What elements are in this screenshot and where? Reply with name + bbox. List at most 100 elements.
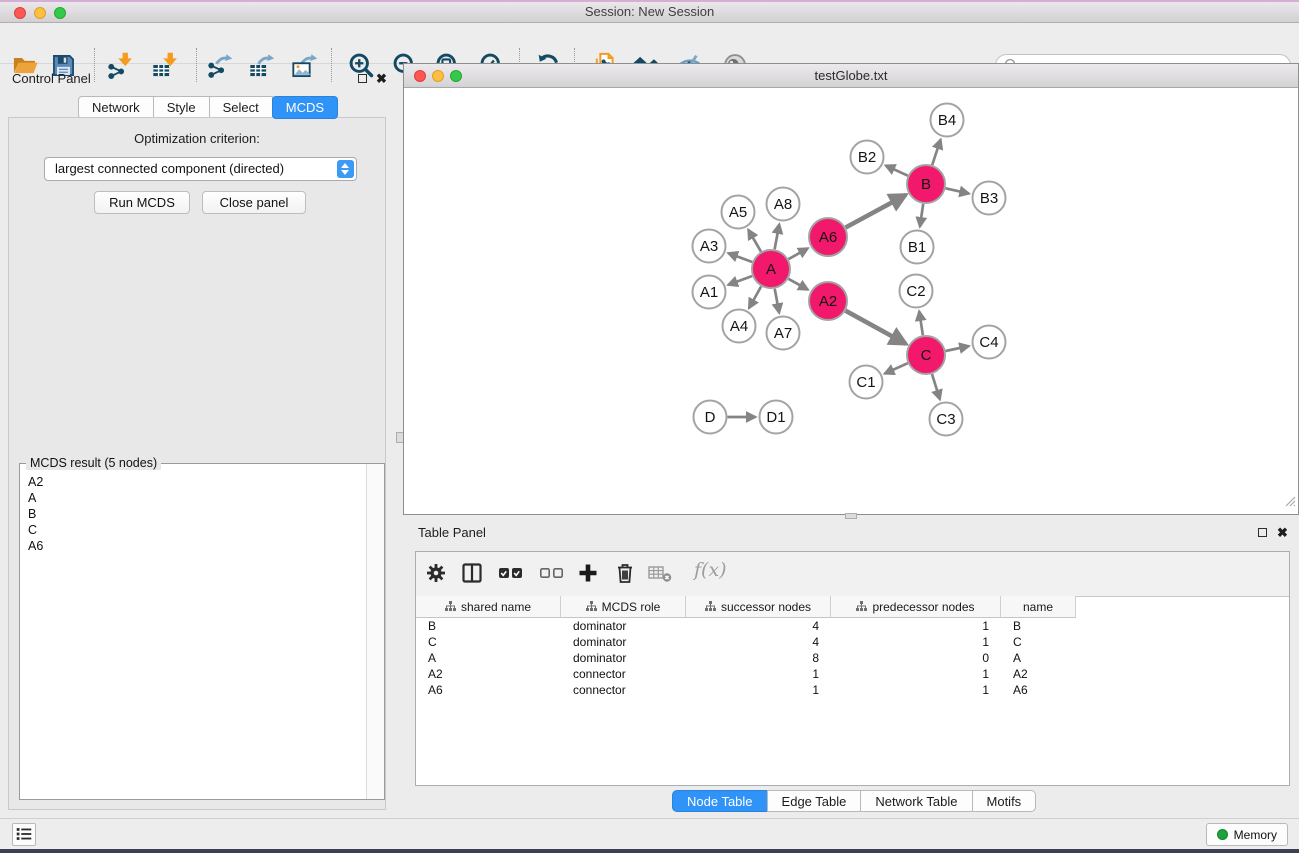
add-column-button[interactable] — [574, 560, 602, 588]
graph-node-A2[interactable]: A2 — [809, 282, 847, 320]
graph-node-B3[interactable]: B3 — [973, 182, 1006, 215]
select-all-button[interactable] — [497, 560, 525, 588]
table-cell[interactable]: 8 — [686, 650, 831, 666]
table-cell[interactable]: A2 — [1001, 666, 1076, 682]
graph-edge-A-A7[interactable] — [775, 289, 780, 313]
tab-select[interactable]: Select — [209, 96, 273, 119]
table-row[interactable]: Bdominator41B — [416, 618, 1289, 634]
export-image-button[interactable] — [290, 50, 320, 80]
table-row[interactable]: Cdominator41C — [416, 634, 1289, 650]
graph-node-B2[interactable]: B2 — [851, 141, 884, 174]
show-columns-button[interactable] — [458, 560, 486, 588]
table-cell[interactable]: 1 — [686, 666, 831, 682]
graph-node-C1[interactable]: C1 — [850, 366, 883, 399]
mcds-result-item[interactable]: A6 — [28, 538, 366, 554]
table-cell[interactable]: 4 — [686, 618, 831, 634]
graph-node-A6[interactable]: A6 — [809, 218, 847, 256]
table-cell[interactable]: connector — [561, 682, 686, 698]
import-table-button[interactable] — [150, 50, 180, 80]
column-header-mcds-role[interactable]: MCDS role — [561, 596, 686, 618]
table-cell[interactable]: 1 — [831, 682, 1001, 698]
control-panel-close-button[interactable]: ✖ — [376, 72, 387, 85]
window-resize-grip[interactable] — [1283, 494, 1296, 512]
graph-edge-A-A8[interactable] — [775, 224, 780, 249]
table-panel-close-button[interactable]: ✖ — [1277, 526, 1288, 539]
table-cell[interactable]: 1 — [686, 682, 831, 698]
run-mcds-button[interactable]: Run MCDS — [94, 191, 190, 214]
horizontal-splitter-handle[interactable] — [845, 513, 857, 519]
graph-edge-A-A6[interactable] — [788, 248, 808, 259]
tab-edge-table[interactable]: Edge Table — [767, 790, 862, 812]
graph-node-A[interactable]: A — [752, 250, 790, 288]
table-cell[interactable]: B — [416, 618, 561, 634]
mcds-result-item[interactable]: A — [28, 490, 366, 506]
table-cell[interactable]: A — [1001, 650, 1076, 666]
table-cell[interactable]: B — [1001, 618, 1076, 634]
table-cell[interactable]: 1 — [831, 666, 1001, 682]
graph-node-A8[interactable]: A8 — [767, 188, 800, 221]
graph-edge-B-B3[interactable] — [946, 188, 970, 193]
table-row[interactable]: A6connector11A6 — [416, 682, 1289, 698]
table-cell[interactable]: 1 — [831, 618, 1001, 634]
table-cell[interactable]: A6 — [416, 682, 561, 698]
delete-table-button[interactable] — [646, 560, 674, 588]
table-cell[interactable]: 0 — [831, 650, 1001, 666]
graph-edge-B-B2[interactable] — [886, 166, 908, 176]
graph-edge-A2-C[interactable] — [846, 311, 906, 344]
tab-node-table[interactable]: Node Table — [672, 790, 768, 812]
mcds-result-item[interactable]: B — [28, 506, 366, 522]
tab-style[interactable]: Style — [153, 96, 210, 119]
graph-node-A3[interactable]: A3 — [693, 230, 726, 263]
graph-edge-A-A3[interactable] — [728, 253, 752, 262]
table-cell[interactable]: A6 — [1001, 682, 1076, 698]
graph-edge-A-A4[interactable] — [749, 286, 761, 308]
graph-node-B[interactable]: B — [907, 165, 945, 203]
column-header-successor-nodes[interactable]: successor nodes — [686, 596, 831, 618]
graph-node-B1[interactable]: B1 — [901, 231, 934, 264]
tab-motifs[interactable]: Motifs — [972, 790, 1037, 812]
criterion-select[interactable]: largest connected component (directed) — [44, 157, 357, 181]
table-cell[interactable]: A2 — [416, 666, 561, 682]
table-cell[interactable]: dominator — [561, 634, 686, 650]
mcds-result-item[interactable]: A2 — [28, 474, 366, 490]
graph-edge-A-A1[interactable] — [728, 276, 752, 285]
graph-edge-B-B4[interactable] — [932, 140, 940, 166]
mcds-result-item[interactable]: C — [28, 522, 366, 538]
table-cell[interactable]: connector — [561, 666, 686, 682]
graph-node-A7[interactable]: A7 — [767, 317, 800, 350]
column-header-name[interactable]: name — [1001, 596, 1076, 618]
graph-node-C2[interactable]: C2 — [900, 275, 933, 308]
table-cell[interactable]: 1 — [831, 634, 1001, 650]
table-cell[interactable]: C — [1001, 634, 1076, 650]
memory-button[interactable]: Memory — [1206, 823, 1288, 846]
equation-builder-button[interactable]: f(x) — [694, 559, 727, 581]
graph-edge-C-C3[interactable] — [932, 374, 940, 399]
graph-node-D1[interactable]: D1 — [760, 401, 793, 434]
graph-node-A4[interactable]: A4 — [723, 310, 756, 343]
table-options-button[interactable] — [422, 560, 450, 588]
table-cell[interactable]: dominator — [561, 650, 686, 666]
graph-edge-C-C2[interactable] — [919, 311, 923, 335]
deselect-all-button[interactable] — [538, 560, 566, 588]
graph-node-A1[interactable]: A1 — [693, 276, 726, 309]
table-row[interactable]: Adominator80A — [416, 650, 1289, 666]
close-panel-button[interactable]: Close panel — [202, 191, 306, 214]
graph-node-A5[interactable]: A5 — [722, 196, 755, 229]
table-cell[interactable]: A — [416, 650, 561, 666]
graph-node-B4[interactable]: B4 — [931, 104, 964, 137]
graph-node-C3[interactable]: C3 — [930, 403, 963, 436]
table-panel-float-button[interactable] — [1258, 528, 1267, 537]
graph-edge-B-B1[interactable] — [920, 204, 923, 227]
graph-edge-A-A2[interactable] — [788, 279, 808, 290]
column-header-predecessor-nodes[interactable]: predecessor nodes — [831, 596, 1001, 618]
task-history-button[interactable] — [12, 823, 36, 846]
import-network-button[interactable] — [105, 50, 135, 80]
result-scrollbar[interactable] — [366, 464, 384, 799]
graph-node-C4[interactable]: C4 — [973, 326, 1006, 359]
tab-network[interactable]: Network — [78, 96, 154, 119]
export-table-button[interactable] — [247, 50, 277, 80]
graph-edge-A-A5[interactable] — [748, 230, 761, 252]
graph-edge-C-C1[interactable] — [885, 363, 908, 373]
column-header-shared-name[interactable]: shared name — [416, 596, 561, 618]
table-cell[interactable]: C — [416, 634, 561, 650]
